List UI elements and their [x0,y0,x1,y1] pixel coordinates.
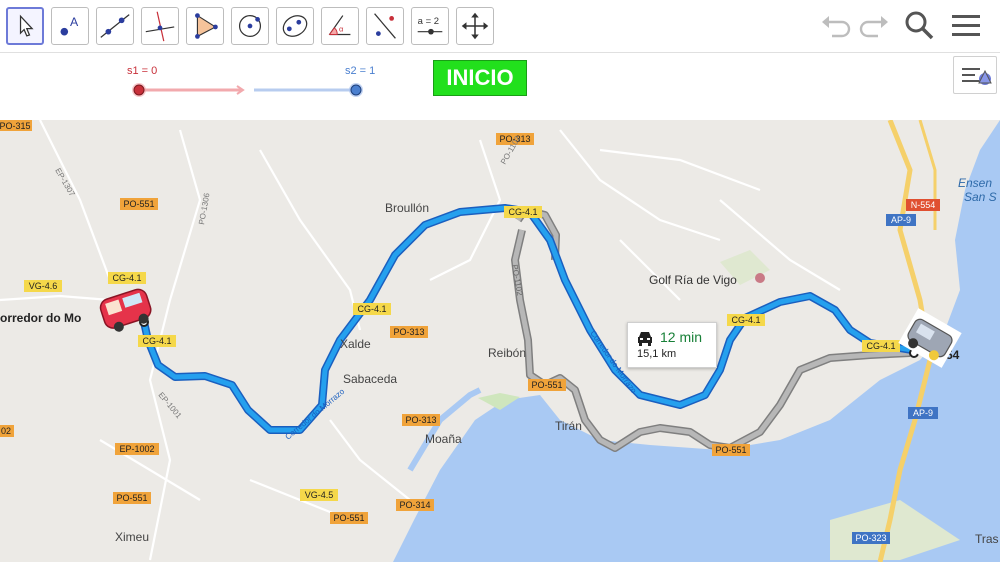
road-label: CG-4.1 [508,207,537,217]
slider-s2-label: s2 = 1 [345,65,376,77]
search-button[interactable] [901,8,937,44]
menu-icon [952,15,980,36]
point-tool-button[interactable]: A [51,7,89,45]
road-label: CG-4.1 [866,341,895,351]
slider-tool-button[interactable]: a = 2 [411,7,449,45]
road-label: CG-4.1 [142,336,171,346]
undo-icon [822,16,851,38]
move-arrows-icon [461,12,489,40]
reflect-tool-button[interactable] [366,7,404,45]
slider-s1-label: s1 = 0 [127,65,158,77]
circle-tool-button[interactable] [231,7,269,45]
road-label: PO-551 [715,445,746,455]
slider-s2-handle[interactable] [350,84,362,96]
point-icon: A [60,15,79,36]
road-label: PO-313 [393,327,424,337]
road-label: 02 [1,426,11,436]
line-icon [100,14,130,38]
place-label: orredor do Mo [0,311,81,325]
place-label: Tirán [555,419,582,433]
style-bar-toggle-button[interactable] [953,56,997,94]
polygon-icon [195,13,218,39]
road-label: CG-4.1 [731,315,760,325]
svg-text:A: A [70,15,79,29]
undo-button[interactable] [818,8,854,44]
move-graphics-view-tool-button[interactable] [456,7,494,45]
place-label: Ensen [958,176,992,190]
angle-tool-button[interactable]: α [321,7,359,45]
slider-s2[interactable] [250,80,370,100]
road-label: PO-551 [116,493,147,503]
reflect-line-icon [374,13,396,39]
route-distance: 15,1 km [637,348,677,360]
road-label: EP-1002 [119,444,154,454]
road-label: PO-323 [855,533,886,543]
road-label: VG-4.5 [305,490,334,500]
search-icon [905,11,934,40]
road-label: VG-4.6 [29,281,58,291]
place-label: Broullón [385,201,429,215]
line-tool-button[interactable] [96,7,134,45]
road-label: PO-313 [405,415,436,425]
car-icon [638,332,652,346]
move-tool-button[interactable] [6,7,44,45]
road-label: PO-551 [123,199,154,209]
route-time: 12 min [660,329,703,345]
angle-icon: α [328,15,351,36]
slider-s1[interactable] [125,80,250,100]
road-label: CG-4.1 [112,273,141,283]
place-label: Sabaceda [343,372,397,386]
place-label: Moaña [425,432,462,446]
road-label: PO-314 [399,500,430,510]
svg-text:a = 2: a = 2 [418,16,439,27]
golf-poi-icon [755,273,765,283]
ellipse-tool-button[interactable] [276,7,314,45]
cursor-arrow-icon [19,14,34,37]
road-label: PO-551 [333,513,364,523]
main-menu-button[interactable] [948,8,984,44]
toolbar: A α a = 2 [0,0,1000,53]
place-label: San S [964,190,997,204]
road-label: AP-9 [891,215,911,225]
road-label: N-554 [911,200,936,210]
place-label: Reibón [488,346,526,360]
svg-text:α: α [339,25,344,34]
inicio-button[interactable]: INICIO [433,60,527,96]
map-image: PO-315 PO-313 PO-551 CG-4.1 N-554 AP-9 V… [0,120,1000,562]
polygon-tool-button[interactable] [186,7,224,45]
place-label: Xalde [340,337,371,351]
redo-icon [859,16,888,38]
place-label: Tras [975,532,999,546]
circle-icon [238,14,262,38]
style-bar-icon [962,68,992,85]
ellipse-icon [282,15,308,37]
road-label: PO-315 [0,121,31,131]
road-label: AP-9 [913,408,933,418]
slider-s1-handle[interactable] [133,84,145,96]
redo-button[interactable] [856,8,892,44]
place-label: Ximeu [115,530,149,544]
road-label: CG-4.1 [357,304,386,314]
slider-icon: a = 2 [418,16,443,35]
road-label: PO-551 [531,380,562,390]
perpendicular-line-tool-button[interactable] [141,7,179,45]
place-label: Golf Ría de Vigo [649,273,737,287]
route-info-tooltip: 12 min 15,1 km [627,322,717,368]
perpendicular-line-icon [145,11,175,42]
